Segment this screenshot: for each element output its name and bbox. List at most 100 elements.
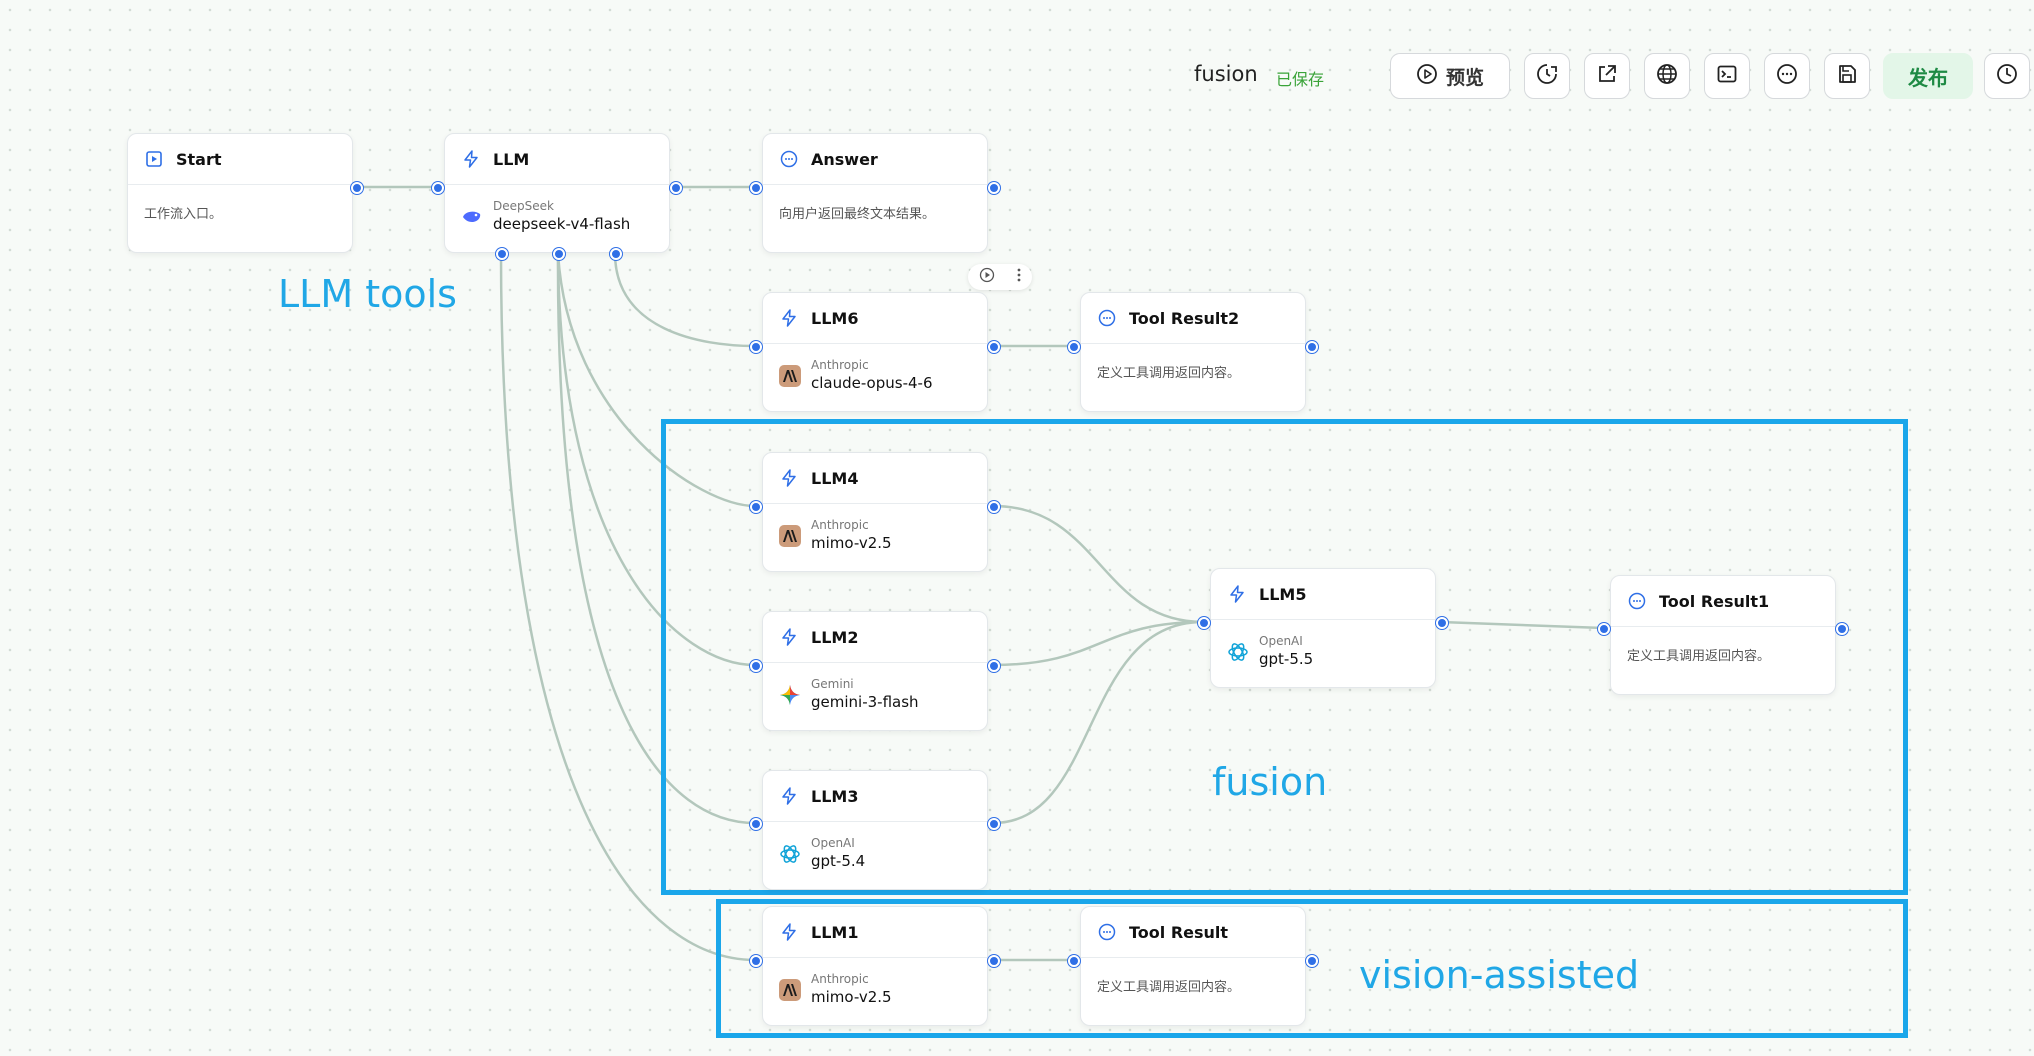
globe-icon — [1656, 63, 1678, 89]
model-name: claude-opus-4-6 — [811, 374, 933, 392]
handle-llm4-out[interactable] — [988, 501, 1000, 513]
handle-llm3-out[interactable] — [988, 818, 1000, 830]
lightning-icon — [779, 308, 799, 328]
external-link-button[interactable] — [1584, 53, 1630, 99]
more-options-icon[interactable] — [1016, 267, 1022, 287]
handle-llm5-out[interactable] — [1436, 617, 1448, 629]
handle-answer-in[interactable] — [750, 182, 762, 194]
node-title: Tool Result1 — [1659, 591, 1770, 611]
node-title: LLM4 — [811, 468, 859, 488]
model-name: gpt-5.5 — [1259, 650, 1314, 668]
node-tool-result2[interactable]: Tool Result2 定义工具调用返回内容。 — [1080, 292, 1306, 412]
handle-toolresult2-in[interactable] — [1068, 341, 1080, 353]
handle-llm4-in[interactable] — [750, 501, 762, 513]
node-title: Tool Result — [1129, 922, 1229, 942]
gemini-logo-icon — [779, 684, 801, 706]
handle-llm6-out[interactable] — [988, 341, 1000, 353]
handle-llm6-in[interactable] — [750, 341, 762, 353]
chat-bubble-icon — [1097, 922, 1117, 942]
handle-llm1-out[interactable] — [988, 955, 1000, 967]
node-title: Tool Result2 — [1129, 308, 1240, 328]
save-button[interactable] — [1824, 53, 1870, 99]
node-title: Start — [176, 149, 222, 169]
run-node-icon[interactable] — [979, 267, 995, 287]
anthropic-logo-icon — [779, 364, 801, 387]
handle-toolresult2-out[interactable] — [1306, 341, 1318, 353]
anthropic-logo-icon — [779, 524, 801, 547]
save-status: 已保存 — [1276, 70, 1325, 89]
node-description: 定义工具调用返回内容。 — [1627, 649, 1771, 664]
handle-toolresult1-in[interactable] — [1598, 623, 1610, 635]
handle-llm2-out[interactable] — [988, 660, 1000, 672]
lightning-icon — [779, 627, 799, 647]
handle-llm2-in[interactable] — [750, 660, 762, 672]
node-llm2[interactable]: LLM2 Gemini gemini-3-flash — [762, 611, 988, 731]
handle-llm1-in[interactable] — [750, 955, 762, 967]
handle-answer-out[interactable] — [988, 182, 1000, 194]
publish-button[interactable]: 发布 — [1883, 53, 1973, 99]
clock-icon — [1996, 63, 2018, 89]
node-llm5[interactable]: LLM5 OpenAI gpt-5.5 — [1210, 568, 1436, 688]
handle-llm-out[interactable] — [670, 182, 682, 194]
chat-button[interactable] — [1764, 53, 1810, 99]
chat-bubble-icon — [1776, 63, 1798, 89]
handle-toolresult-in[interactable] — [1068, 955, 1080, 967]
node-llm1[interactable]: LLM1 Anthropic mimo-v2.5 — [762, 906, 988, 1026]
node-answer[interactable]: Answer 向用户返回最终文本结果。 — [762, 133, 988, 253]
terminal-button[interactable] — [1704, 53, 1750, 99]
annotation-vision-assisted: vision-assisted — [1359, 953, 1640, 997]
handle-llm-bottom-2[interactable] — [553, 248, 565, 260]
play-circle-icon — [1416, 63, 1438, 90]
model-provider: Anthropic — [811, 972, 869, 986]
chat-bubble-icon — [1627, 591, 1647, 611]
node-tool-result[interactable]: Tool Result 定义工具调用返回内容。 — [1080, 906, 1306, 1026]
model-name: mimo-v2.5 — [811, 534, 892, 552]
node-description: 定义工具调用返回内容。 — [1097, 980, 1241, 995]
model-name: gemini-3-flash — [811, 693, 919, 711]
workflow-name: fusion — [1194, 62, 1258, 86]
lightning-icon — [779, 922, 799, 942]
history-check-icon — [1536, 63, 1558, 89]
external-link-icon — [1596, 63, 1618, 89]
handle-llm5-in[interactable] — [1198, 617, 1210, 629]
node-llm4[interactable]: LLM4 Anthropic mimo-v2.5 — [762, 452, 988, 572]
handle-llm-bottom-3[interactable] — [610, 248, 622, 260]
handle-llm3-in[interactable] — [750, 818, 762, 830]
lightning-icon — [1227, 584, 1247, 604]
start-icon — [144, 149, 164, 169]
preview-button[interactable]: 预览 — [1390, 53, 1510, 99]
history-check-button[interactable] — [1524, 53, 1570, 99]
node-llm3[interactable]: LLM3 OpenAI gpt-5.4 — [762, 770, 988, 890]
node-llm6[interactable]: LLM6 Anthropic claude-opus-4-6 — [762, 292, 988, 412]
node-title: LLM2 — [811, 627, 859, 647]
model-name: deepseek-v4-flash — [493, 215, 631, 233]
model-name: gpt-5.4 — [811, 852, 866, 870]
model-name: mimo-v2.5 — [811, 988, 892, 1006]
clock-button[interactable] — [1984, 53, 2030, 99]
deepseek-logo-icon — [461, 206, 483, 228]
model-provider: OpenAI — [1259, 634, 1303, 648]
handle-llm-bottom-1[interactable] — [496, 248, 508, 260]
openai-logo-icon — [1227, 641, 1249, 663]
handle-start-out[interactable] — [351, 182, 363, 194]
node-start[interactable]: Start 工作流入口。 — [127, 133, 353, 253]
annotation-fusion: fusion — [1212, 760, 1328, 804]
model-provider: OpenAI — [811, 836, 855, 850]
node-tool-result1[interactable]: Tool Result1 定义工具调用返回内容。 — [1610, 575, 1836, 695]
annotation-llm-tools: LLM tools — [278, 272, 457, 316]
workflow-canvas[interactable]: LLM tools fusion vision-assisted Start 工… — [0, 0, 2034, 1056]
handle-toolresult1-out[interactable] — [1836, 623, 1848, 635]
node-title: LLM1 — [811, 922, 859, 942]
openai-logo-icon — [779, 843, 801, 865]
node-title: LLM3 — [811, 786, 859, 806]
node-description: 工作流入口。 — [144, 207, 223, 222]
globe-button[interactable] — [1644, 53, 1690, 99]
node-llm[interactable]: LLM DeepSeek deepseek-v4-flash — [444, 133, 670, 253]
node-description: 定义工具调用返回内容。 — [1097, 366, 1241, 381]
handle-llm-in[interactable] — [432, 182, 444, 194]
edge-llm-llm6 — [613, 252, 756, 348]
model-provider: Anthropic — [811, 358, 869, 372]
save-icon — [1836, 63, 1858, 89]
handle-toolresult-out[interactable] — [1306, 955, 1318, 967]
model-provider: DeepSeek — [493, 199, 554, 213]
